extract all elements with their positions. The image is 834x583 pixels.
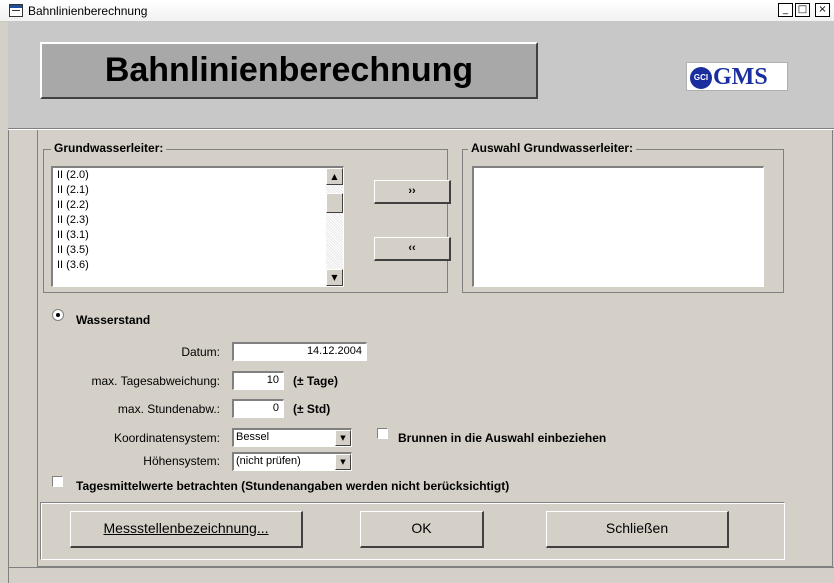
gci-logo-mark: GCI [690, 67, 712, 89]
messstellen-label: Messstellenbezeichnung... [103, 520, 269, 536]
hoehensystem-select[interactable]: (nicht prüfen) ▼ [232, 452, 352, 471]
stundenabw-unit: (± Std) [293, 402, 331, 416]
maximize-button[interactable]: □ [795, 3, 810, 17]
grundwasserleiter-legend: Grundwasserleiter: [51, 141, 167, 155]
minimize-icon: _ [783, 4, 788, 15]
list-scrollbar[interactable]: ▲ ▼ [326, 168, 343, 286]
maximize-icon: □ [797, 4, 808, 15]
datum-label: Datum: [181, 345, 220, 359]
tagesmittel-label: Tagesmittelwerte betrachten (Stundenanga… [76, 479, 510, 493]
arrow-up-icon[interactable]: ▲ [326, 168, 343, 185]
minimize-button[interactable]: _ [778, 3, 793, 17]
bottom-separator [8, 567, 834, 568]
tagesabweichung-field[interactable]: 10 [232, 371, 284, 390]
stundenabw-label: max. Stundenabw.: [117, 402, 220, 416]
chevron-down-icon[interactable]: ▼ [335, 430, 351, 446]
tagesmittel-checkbox[interactable] [52, 476, 63, 487]
koordinatensystem-value: Bessel [236, 431, 270, 443]
hoehensystem-value: (nicht prüfen) [236, 455, 301, 467]
gms-logo: GCI GMS [686, 62, 788, 91]
schliessen-label: Schließen [605, 520, 669, 536]
add-to-selection-button[interactable]: ›› [374, 180, 451, 204]
koordinatensystem-select[interactable]: Bessel ▼ [232, 428, 352, 447]
auswahl-legend: Auswahl Grundwasserleiter: [468, 141, 637, 155]
scroll-thumb[interactable] [326, 193, 343, 213]
koordinatensystem-label: Koordinatensystem: [113, 431, 220, 445]
tagesabweichung-label: max. Tagesabweichung: [91, 374, 220, 388]
page-title: Bahnlinienberechnung [40, 42, 538, 99]
datum-field[interactable]: 14.12.2004 [232, 342, 367, 361]
grundwasserleiter-list[interactable]: II (2.0) II (2.1) II (2.2) II (2.3) II (3.1)… [51, 166, 344, 287]
wasserstand-label: Wasserstand [76, 313, 151, 327]
wasserstand-radio[interactable] [52, 309, 64, 321]
window-title: Bahnlinienberechnung [28, 4, 148, 18]
list-item[interactable]: II (2.1) [53, 183, 343, 198]
ok-button[interactable]: OK [360, 511, 484, 548]
list-item[interactable]: II (2.2) [53, 198, 343, 213]
list-item[interactable]: II (3.6) [53, 258, 343, 273]
form-window-icon[interactable] [9, 4, 23, 17]
ok-label: OK [411, 520, 432, 536]
chevron-down-icon[interactable]: ▼ [335, 454, 351, 470]
list-item[interactable]: II (2.3) [53, 213, 343, 228]
auswahl-list[interactable] [472, 166, 764, 287]
list-item[interactable]: II (3.5) [53, 243, 343, 258]
gms-logo-text: GMS [713, 64, 768, 90]
grundwasserleiter-items: II (2.0) II (2.1) II (2.2) II (2.3) II (3.1)… [53, 168, 343, 273]
brunnen-label: Brunnen in die Auswahl einbeziehen [398, 431, 607, 445]
hoehensystem-label: Höhensystem: [143, 454, 220, 468]
tagesabweichung-unit: (± Tage) [293, 374, 339, 388]
schliessen-button[interactable]: Schließen [546, 511, 729, 548]
remove-label: ‹‹ [408, 242, 416, 254]
stundenabw-field[interactable]: 0 [232, 399, 284, 418]
close-icon: × [818, 4, 827, 15]
list-item[interactable]: II (2.0) [53, 168, 343, 183]
arrow-down-icon[interactable]: ▼ [326, 269, 343, 286]
messstellenbezeichnung-button[interactable]: Messstellenbezeichnung... [70, 511, 303, 548]
add-label: ›› [408, 185, 416, 197]
remove-from-selection-button[interactable]: ‹‹ [374, 237, 451, 261]
list-item[interactable]: II (3.1) [53, 228, 343, 243]
close-button[interactable]: × [815, 3, 830, 17]
title-bar: Bahnlinienberechnung _ □ × [0, 0, 834, 22]
brunnen-checkbox[interactable] [377, 428, 388, 439]
radio-selected-dot [56, 313, 60, 317]
